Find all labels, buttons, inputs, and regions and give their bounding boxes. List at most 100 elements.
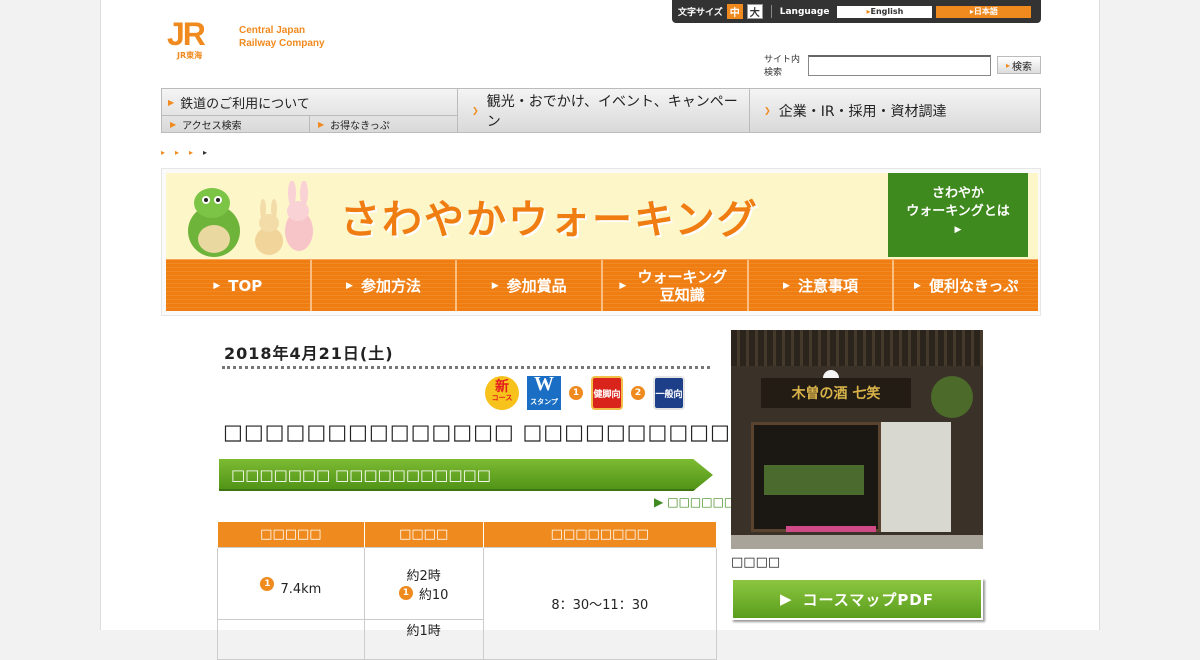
arrow-right-icon: ▶ xyxy=(318,119,325,129)
utility-bar: 文字サイズ 中 大 Language ▸ English ▸ 日本語 xyxy=(672,0,1041,23)
distance-value: 7.4km xyxy=(280,582,322,597)
english-button[interactable]: ▸ English xyxy=(837,5,933,18)
nav-railway-group: ▶ 鉄道のご利用について ▶ アクセス検索 ▶ お得なきっぷ xyxy=(162,89,458,132)
company-name: Central Japan Railway Company xyxy=(239,24,325,50)
badge-w-sub: スタンプ xyxy=(530,398,558,406)
time-line1: 約1時 xyxy=(406,624,441,639)
banner-nav-label: 参加方法 xyxy=(360,276,421,295)
arrow-right-icon: ▶ xyxy=(954,225,962,235)
level-number-icon: 1 xyxy=(569,386,583,400)
breadcrumb-arrow-icon: ▸ xyxy=(203,148,208,157)
breadcrumb-arrow-icon[interactable]: ▸ xyxy=(175,148,179,157)
reception-time: 8：30～11：30 xyxy=(551,598,649,613)
double-stamp-badge-icon: W スタンプ xyxy=(527,373,561,410)
photo-ground xyxy=(731,535,983,549)
arrow-right-icon: ▸ xyxy=(1005,60,1010,70)
company-name-line1: Central Japan xyxy=(239,25,306,36)
time-line1: 約2時 xyxy=(406,568,441,584)
nav-railway-usage-label: 鉄道のご利用について xyxy=(180,96,310,112)
nav-railway-usage[interactable]: ▶ 鉄道のご利用について xyxy=(162,89,457,116)
sugidama-icon xyxy=(931,376,973,418)
divider xyxy=(770,5,772,18)
nav-corporate-label: 企業・IR・採用・資材調達 xyxy=(778,103,947,120)
banner-nav-label: 注意事項 xyxy=(797,276,858,295)
search-button[interactable]: ▸ 検索 xyxy=(997,56,1041,74)
company-name-line2: Railway Company xyxy=(239,38,325,49)
banner-nav-prizes[interactable]: ▶ 参加賞品 xyxy=(457,260,604,311)
banner-nav-top[interactable]: ▶ TOP xyxy=(166,260,312,311)
arrow-right-icon: ▶ xyxy=(491,280,499,291)
search-label: サイト内検索 xyxy=(764,55,801,78)
banner-nav-how-to-join[interactable]: ▶ 参加方法 xyxy=(311,260,458,311)
arrow-right-icon: ▶ xyxy=(619,280,627,291)
level-number-icon: 2 xyxy=(631,386,645,400)
breadcrumb-arrow-icon[interactable]: ▸ xyxy=(161,148,165,157)
nav-discount-tickets[interactable]: ▶ お得なきっぷ xyxy=(310,116,457,132)
about-walking-button[interactable]: さわやか ウォーキングとは ▶ xyxy=(888,173,1028,257)
site-search: サイト内検索 ▸ 検索 xyxy=(764,52,1041,78)
event-date: 2018年4月21日(土) xyxy=(224,344,394,363)
photo-curtain xyxy=(881,422,951,532)
banner-nav-label: 参加賞品 xyxy=(506,276,567,295)
search-button-label: 検索 xyxy=(1012,61,1032,73)
table-header: □□□□ xyxy=(363,521,484,548)
breadcrumb: ▸ ▸ ▸ ▸ xyxy=(161,148,207,157)
photo-shop-sign: 木曽の酒 七笑 xyxy=(761,378,911,408)
nav-railway-subitems: ▶ アクセス検索 ▶ お得なきっぷ xyxy=(162,116,457,132)
chevron-right-icon: ❯ xyxy=(764,106,771,115)
font-size-large-button[interactable]: 大 xyxy=(746,4,763,19)
font-size-label: 文字サイズ xyxy=(678,8,723,18)
general-walker-badge-icon: 一般向 xyxy=(653,376,685,410)
distance-line: 1 7.4km xyxy=(218,570,364,597)
font-size-medium-button[interactable]: 中 xyxy=(726,4,743,19)
nav-corporate[interactable]: ❯ 企業・IR・採用・資材調達 xyxy=(750,89,1040,132)
banner-nav-notes[interactable]: ▶ 注意事項 xyxy=(748,260,895,311)
level-number-icon: 1 xyxy=(398,586,413,600)
distance-cell: 1 7.4km xyxy=(217,547,365,620)
time-cell: 約1時 xyxy=(363,619,484,660)
walking-banner: さわやかウォーキング さわやか ウォーキングとは ▶ ▶ TOP ▶ 参加方法 ▶ 参… xyxy=(161,168,1041,316)
time-line2: 1 約10 xyxy=(365,584,483,603)
arrow-right-icon: ▶ xyxy=(168,97,175,107)
badge-new-text: 新 xyxy=(495,379,509,395)
photo-mat xyxy=(786,526,876,532)
badge-w-text: W xyxy=(534,373,554,395)
logo-mark-text: JR xyxy=(167,16,206,52)
photo-caption: □□□□ xyxy=(731,555,781,570)
photo-roof xyxy=(731,330,983,366)
chevron-right-icon: ❯ xyxy=(472,106,479,115)
nav-tourism[interactable]: ❯ 観光・おでかけ、イベント、キャンペーン xyxy=(458,89,750,132)
breadcrumb-arrow-icon[interactable]: ▸ xyxy=(189,148,193,157)
nav-access-search-label: アクセス検索 xyxy=(182,120,242,132)
arrow-right-icon: ▶ xyxy=(779,590,793,608)
banner-nav: ▶ TOP ▶ 参加方法 ▶ 参加賞品 ▶ ウォーキング豆知識 ▶ 注意事項 ▶ 便利なきっ… xyxy=(166,259,1039,311)
photo-shelf xyxy=(764,465,864,495)
table-header: □□□□□ xyxy=(217,521,365,548)
reception-cell: 8：30～11：30 xyxy=(482,547,718,660)
jr-central-logo[interactable]: JR JR東海 Central Japan Railway Company xyxy=(163,16,353,64)
banner-nav-label: ウォーキング豆知識 xyxy=(637,267,728,304)
banner-title: さわやかウォーキング xyxy=(340,197,759,243)
nav-tourism-label: 観光・おでかけ、イベント、キャンペーン xyxy=(486,93,738,130)
sake-brewery-photo: 木曽の酒 七笑 xyxy=(731,330,983,549)
advanced-walker-badge-icon: 健脚向 xyxy=(591,376,623,410)
banner-nav-label: 便利なきっぷ xyxy=(928,276,1019,295)
arrow-right-icon: ▶ xyxy=(654,495,664,509)
banner-header[interactable]: さわやかウォーキング さわやか ウォーキングとは ▶ xyxy=(166,173,1038,260)
banner-nav-tickets[interactable]: ▶ 便利なきっぷ xyxy=(894,260,1039,311)
arrow-right-icon: ▶ xyxy=(170,119,177,129)
arrow-right-icon: ▶ xyxy=(346,280,353,291)
jr-logo-mark: JR JR東海 xyxy=(163,16,227,62)
level-number-icon: 1 xyxy=(260,576,275,591)
banner-nav-tips[interactable]: ▶ ウォーキング豆知識 xyxy=(603,260,749,311)
nav-access-search[interactable]: ▶ アクセス検索 xyxy=(162,116,310,132)
japanese-button[interactable]: ▸ 日本語 xyxy=(936,5,1032,18)
search-input[interactable] xyxy=(808,54,991,76)
badge-new-sub: コース xyxy=(491,394,513,402)
logo-mark-sub: JR東海 xyxy=(177,51,203,60)
japanese-label: 日本語 xyxy=(973,7,998,16)
event-info-table: □□□□□ □□□□ □□□□□□□□ 1 7.4km 約2時 1 約10 8：30… xyxy=(217,521,718,660)
new-course-badge-icon: 新コース xyxy=(485,376,519,410)
event-subtitle-bar: □□□□□□□ □□□□□□□□□□□ xyxy=(219,459,713,491)
course-map-pdf-button[interactable]: ▶ コースマップPDF xyxy=(731,578,983,620)
